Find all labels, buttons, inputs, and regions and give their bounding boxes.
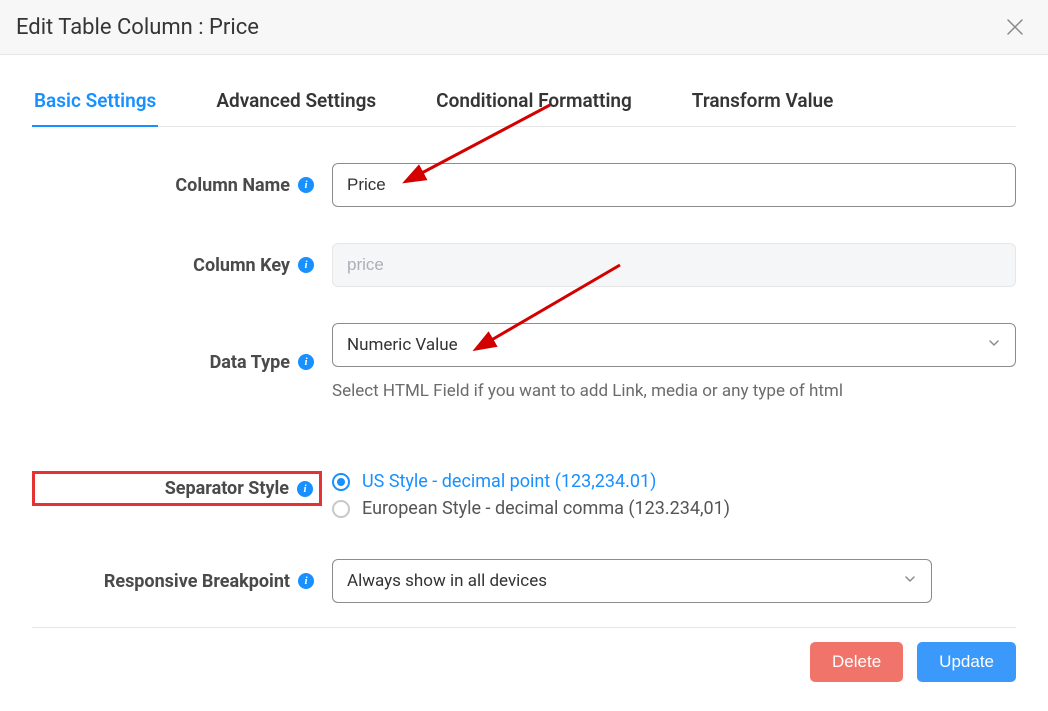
info-icon[interactable]: i bbox=[298, 354, 314, 370]
modal-body: Basic Settings Advanced Settings Conditi… bbox=[0, 55, 1048, 603]
label-text-data-type: Data Type bbox=[210, 352, 290, 373]
column-name-input[interactable] bbox=[332, 163, 1016, 207]
info-icon[interactable]: i bbox=[297, 481, 313, 497]
label-data-type: Data Type i bbox=[32, 352, 332, 373]
radio-us-style[interactable]: US Style - decimal point (123,234.01) bbox=[332, 471, 1016, 492]
close-icon bbox=[1006, 18, 1024, 36]
row-column-key: Column Key i bbox=[32, 243, 1016, 287]
separator-style-radio-group: US Style - decimal point (123,234.01) Eu… bbox=[332, 471, 1016, 519]
radio-label-us: US Style - decimal point (123,234.01) bbox=[362, 471, 656, 492]
row-column-name: Column Name i bbox=[32, 163, 1016, 207]
data-type-value: Numeric Value bbox=[347, 335, 458, 355]
radio-icon bbox=[332, 500, 350, 518]
chevron-down-icon bbox=[903, 571, 917, 591]
radio-icon bbox=[332, 473, 350, 491]
label-text-responsive-breakpoint: Responsive Breakpoint bbox=[104, 571, 290, 592]
delete-button[interactable]: Delete bbox=[810, 642, 903, 682]
tab-basic-settings[interactable]: Basic Settings bbox=[32, 79, 158, 126]
update-button[interactable]: Update bbox=[917, 642, 1016, 682]
tab-bar: Basic Settings Advanced Settings Conditi… bbox=[32, 79, 1016, 127]
modal-header: Edit Table Column : Price bbox=[0, 0, 1048, 55]
row-separator-style: Separator Style i US Style - decimal poi… bbox=[32, 471, 1016, 519]
tab-advanced-settings[interactable]: Advanced Settings bbox=[214, 79, 378, 126]
responsive-breakpoint-value: Always show in all devices bbox=[347, 571, 547, 591]
data-type-help: Select HTML Field if you want to add Lin… bbox=[332, 381, 1016, 401]
label-responsive-breakpoint: Responsive Breakpoint i bbox=[32, 571, 332, 592]
tab-transform-value[interactable]: Transform Value bbox=[690, 79, 836, 126]
modal-footer: Delete Update bbox=[32, 627, 1016, 696]
label-column-key: Column Key i bbox=[32, 255, 332, 276]
label-text-separator-style: Separator Style bbox=[165, 478, 289, 499]
info-icon[interactable]: i bbox=[298, 257, 314, 273]
data-type-select[interactable]: Numeric Value bbox=[332, 323, 1016, 367]
info-icon[interactable]: i bbox=[298, 573, 314, 589]
row-responsive-breakpoint: Responsive Breakpoint i Always show in a… bbox=[32, 559, 1016, 603]
label-separator-style: Separator Style i bbox=[32, 471, 322, 506]
chevron-down-icon bbox=[987, 335, 1001, 355]
label-text-column-key: Column Key bbox=[193, 255, 290, 276]
row-data-type: Data Type i Numeric Value Select HTML Fi… bbox=[32, 323, 1016, 401]
info-icon[interactable]: i bbox=[298, 177, 314, 193]
radio-eu-style[interactable]: European Style - decimal comma (123.234,… bbox=[332, 498, 1016, 519]
radio-label-eu: European Style - decimal comma (123.234,… bbox=[362, 498, 730, 519]
label-column-name: Column Name i bbox=[32, 175, 332, 196]
column-key-input bbox=[332, 243, 1016, 287]
tab-conditional-formatting[interactable]: Conditional Formatting bbox=[434, 79, 634, 126]
label-text-column-name: Column Name bbox=[175, 175, 290, 196]
close-button[interactable] bbox=[1002, 14, 1028, 40]
responsive-breakpoint-select[interactable]: Always show in all devices bbox=[332, 559, 932, 603]
modal-title: Edit Table Column : Price bbox=[16, 15, 259, 40]
